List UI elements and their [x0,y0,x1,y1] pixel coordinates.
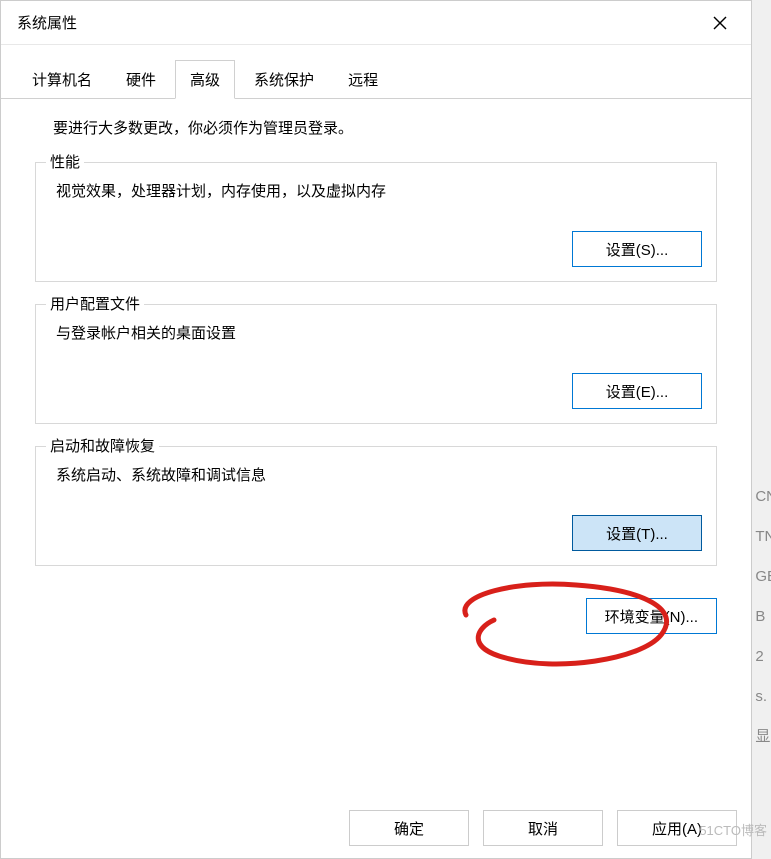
system-properties-dialog: 系统属性 计算机名 硬件 高级 系统保护 远程 要进行大多数更改，你必须作为管理… [0,0,752,859]
watermark: 51CTO博客 [699,820,767,839]
close-icon [713,16,727,30]
titlebar: 系统属性 [1,1,751,45]
user-profiles-title: 用户配置文件 [46,293,144,314]
ok-button[interactable]: 确定 [349,810,469,846]
tab-bar: 计算机名 硬件 高级 系统保护 远程 [1,45,751,99]
tab-advanced[interactable]: 高级 [175,60,235,99]
cancel-button[interactable]: 取消 [483,810,603,846]
performance-title: 性能 [46,151,84,172]
tab-computer-name[interactable]: 计算机名 [17,60,107,99]
performance-settings-button[interactable]: 设置(S)... [572,231,702,267]
tab-content: 要进行大多数更改，你必须作为管理员登录。 性能 视觉效果，处理器计划，内存使用，… [1,99,751,598]
tab-hardware[interactable]: 硬件 [111,60,171,99]
performance-group: 性能 视觉效果，处理器计划，内存使用，以及虚拟内存 设置(S)... [35,162,717,282]
tab-system-protection[interactable]: 系统保护 [239,60,329,99]
tab-remote[interactable]: 远程 [333,60,393,99]
admin-note: 要进行大多数更改，你必须作为管理员登录。 [35,117,717,138]
user-profiles-desc: 与登录帐户相关的桌面设置 [50,322,702,343]
env-vars-row: 环境变量(N)... [1,598,751,652]
window-title: 系统属性 [17,12,77,33]
startup-recovery-group: 启动和故障恢复 系统启动、系统故障和调试信息 设置(T)... [35,446,717,566]
startup-recovery-title: 启动和故障恢复 [46,435,159,456]
startup-recovery-settings-button[interactable]: 设置(T)... [572,515,702,551]
dialog-footer: 确定 取消 应用(A) [335,798,751,858]
user-profiles-group: 用户配置文件 与登录帐户相关的桌面设置 设置(E)... [35,304,717,424]
close-button[interactable] [697,7,743,39]
performance-desc: 视觉效果，处理器计划，内存使用，以及虚拟内存 [50,180,702,201]
background-text: CN TN GE B 2 s. 显 [755,478,771,758]
startup-recovery-desc: 系统启动、系统故障和调试信息 [50,464,702,485]
environment-variables-button[interactable]: 环境变量(N)... [586,598,717,634]
user-profiles-settings-button[interactable]: 设置(E)... [572,373,702,409]
